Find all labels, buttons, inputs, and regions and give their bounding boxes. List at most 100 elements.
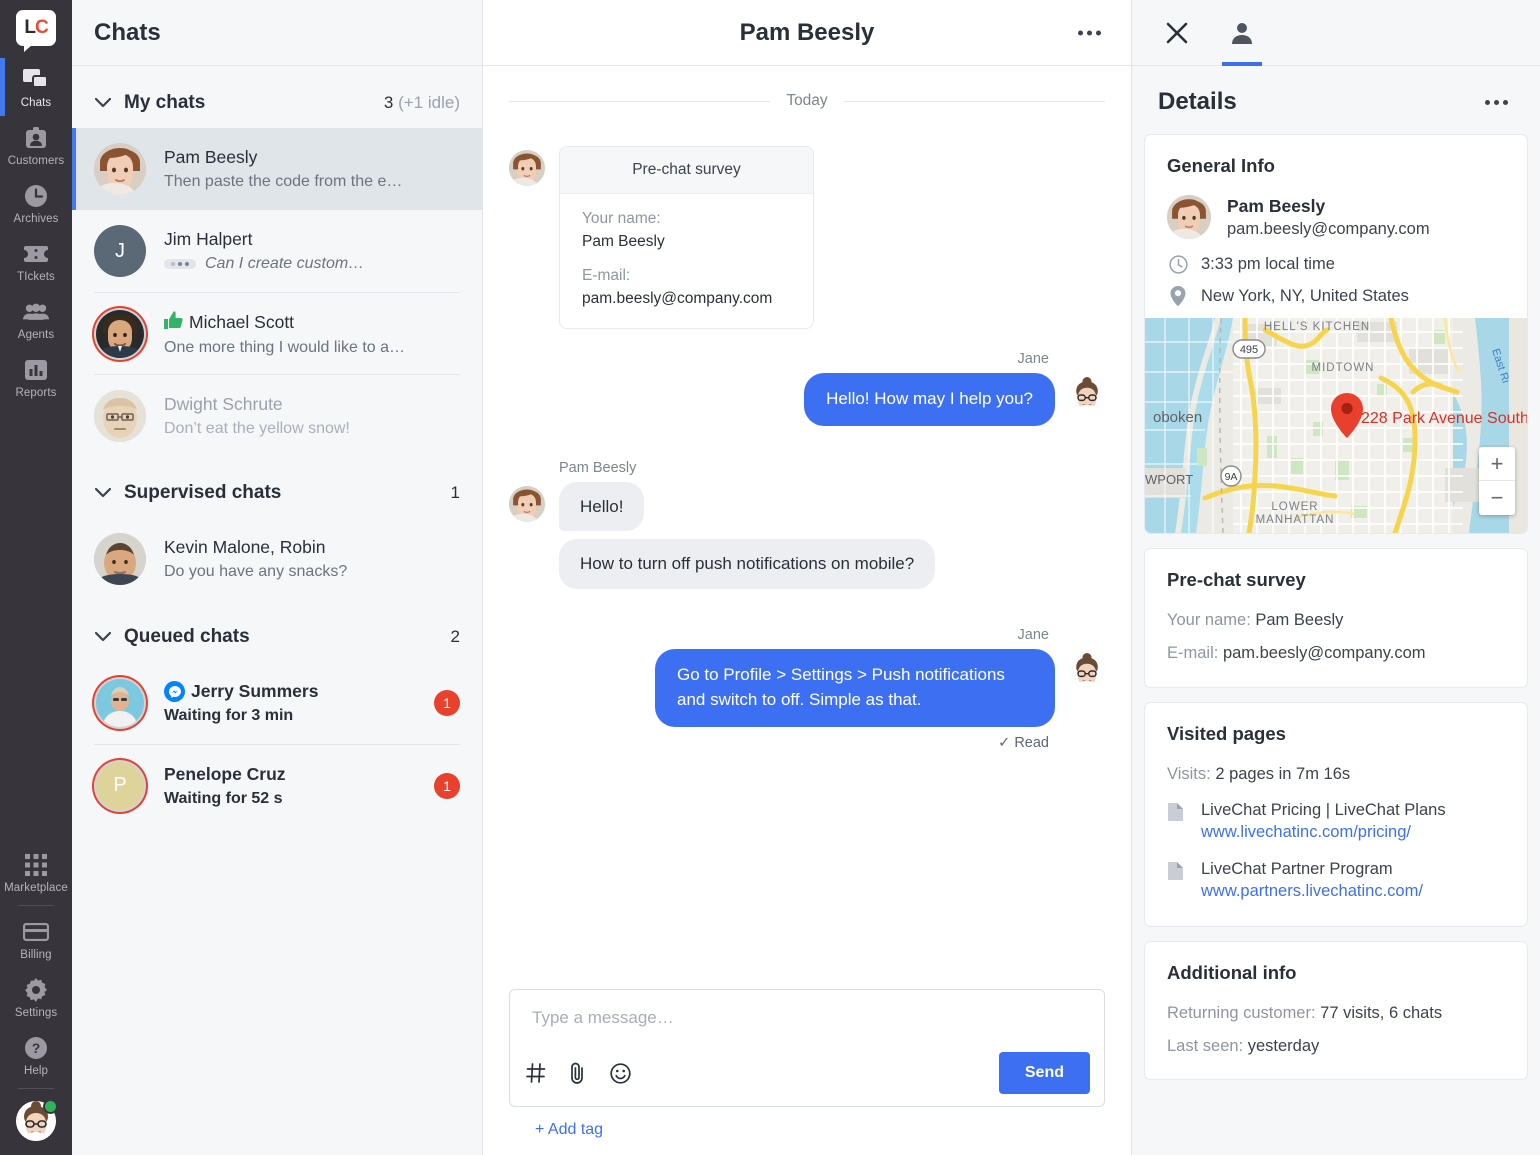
nav-item-tickets[interactable]: TIckets [0, 232, 72, 290]
chat-list-item-michael-scott[interactable]: Michael Scott One more thing I would lik… [94, 292, 460, 374]
nav-item-settings[interactable]: Settings [0, 968, 72, 1026]
chats-icon [23, 67, 49, 93]
chat-item-meta: Jerry Summers Waiting for 3 min [164, 681, 426, 725]
svg-text:495: 495 [1240, 344, 1258, 356]
additional-info-key-returning: Returning customer: [1167, 1003, 1316, 1022]
customer-name-email: Pam Beesly pam.beesly@company.com [1227, 196, 1430, 239]
message-list: Today Pre-chat survey Your name: Pam Bee… [483, 66, 1131, 989]
chat-list-item-dwight-schrute[interactable]: Dwight Schrute Don’t eat the yellow snow… [94, 374, 460, 456]
visited-page-url[interactable]: www.partners.livechatinc.com/ [1201, 880, 1423, 903]
send-button[interactable]: Send [998, 1052, 1090, 1094]
svg-text:LOWER: LOWER [1271, 501, 1318, 513]
tab-customer-details[interactable] [1216, 0, 1268, 66]
avatar: J [94, 225, 146, 277]
map-zoom-out-button[interactable]: − [1479, 481, 1515, 515]
visited-page-item[interactable]: LiveChat Pricing | LiveChat Plans www.li… [1167, 799, 1505, 844]
chat-item-name: Jim Halpert [164, 229, 253, 249]
visits-summary-row: Visits: 2 pages in 7m 16s [1167, 763, 1505, 785]
chevron-down-icon [94, 484, 112, 502]
details-header: Details [1132, 66, 1540, 134]
section-title-my-chats: My chats [124, 92, 206, 113]
additional-info-value-returning: 77 visits, 6 chats [1320, 1003, 1443, 1022]
app-logo[interactable]: LC [16, 10, 56, 52]
message-author: Jane [1017, 351, 1049, 367]
message-bubble: Hello! How may I help you? [804, 373, 1055, 426]
nav-item-billing[interactable]: Billing [0, 910, 72, 968]
chat-item-preview: Waiting for 3 min [164, 707, 294, 724]
highway-shield-495: 495 [1232, 339, 1266, 359]
chat-list-item-kevin-malone[interactable]: Kevin Malone, Robin Do you have any snac… [72, 518, 482, 600]
avatar [94, 533, 146, 585]
section-header-queued-chats[interactable]: Queued chats 2 [72, 600, 482, 662]
nav-item-reports[interactable]: Reports [0, 348, 72, 406]
page-title: Chats [94, 18, 161, 46]
close-icon[interactable] [1156, 12, 1198, 54]
avatar: P [94, 759, 146, 812]
svg-text:?: ? [32, 1040, 41, 1056]
avatar [94, 389, 146, 442]
conversation-header: Pam Beesly [483, 0, 1131, 66]
section-count-my-chats: 3 (+1 idle) [383, 93, 460, 112]
visited-page-url[interactable]: www.livechatinc.com/pricing/ [1201, 821, 1446, 844]
add-tag-button[interactable]: + Add tag [509, 1107, 1105, 1155]
survey-field-value-name: Pam Beesly [582, 233, 665, 250]
chat-item-preview: Don’t eat the yellow snow! [164, 419, 350, 437]
avatar [1069, 377, 1105, 413]
tickets-icon [23, 241, 49, 267]
chat-list-item-jerry-summers[interactable]: Jerry Summers Waiting for 3 min 1 [72, 662, 482, 744]
chat-item-preview: Do you have any snacks? [164, 563, 348, 580]
agent-avatar[interactable] [16, 1099, 58, 1141]
typing-indicator-icon [164, 259, 196, 269]
visited-page-item[interactable]: LiveChat Partner Program www.partners.li… [1167, 858, 1505, 903]
message-composer[interactable]: Type a message… Send [509, 989, 1105, 1107]
survey-field-label-name: Your name: [582, 210, 661, 227]
nav-item-help[interactable]: ? Help [0, 1026, 72, 1084]
avatar-initial: J [115, 239, 125, 262]
nav-item-agents[interactable]: Agents [0, 290, 72, 348]
chat-item-preview: Waiting for 52 s [164, 789, 283, 807]
additional-info-row-returning: Returning customer: 77 visits, 6 chats [1167, 1002, 1505, 1024]
chat-list-item-penelope-cruz[interactable]: P Penelope Cruz Waiting for 52 s 1 [94, 744, 460, 826]
message-outgoing-answer: Jane Go to Profile > Settings > Push not… [509, 627, 1105, 751]
paperclip-attachment-icon[interactable] [566, 1061, 590, 1085]
nav-item-chats[interactable]: Chats [0, 58, 72, 116]
avatar [1069, 653, 1105, 690]
chat-list-item-pam-beesly[interactable]: Pam Beesly Then paste the code from the … [72, 128, 482, 210]
message-author: Jane [1017, 627, 1049, 644]
message-input[interactable]: Type a message… [510, 990, 1104, 1052]
prechat-survey-title: Pre-chat survey [560, 147, 813, 194]
more-options-icon[interactable] [1479, 94, 1514, 111]
message-bubble: Hello! [559, 481, 645, 532]
avatar [1167, 195, 1211, 239]
logo-letter-c: C [34, 17, 49, 38]
document-icon [1167, 861, 1187, 886]
chat-item-name: Pam Beesly [164, 147, 258, 167]
map-zoom-in-button[interactable]: + [1479, 447, 1515, 481]
nav-label-help: Help [23, 1065, 49, 1077]
chevron-down-icon [94, 628, 112, 646]
section-header-supervised-chats[interactable]: Supervised chats 1 [72, 456, 482, 518]
hash-canned-response-icon[interactable] [524, 1061, 548, 1085]
rail-divider-bottom [18, 1088, 54, 1089]
additional-info-key-lastseen: Last seen: [1167, 1036, 1244, 1055]
nav-label-settings: Settings [14, 1007, 58, 1019]
chat-list-panel: Chats My chats 3 (+1 idle) Pam Beesly Th… [72, 0, 483, 1155]
visited-page-text: LiveChat Pricing | LiveChat Plans www.li… [1201, 799, 1446, 844]
section-header-my-chats[interactable]: My chats 3 (+1 idle) [72, 66, 482, 128]
prechat-survey-card: Pre-chat survey Your name: Pam Beesly E-… [559, 146, 814, 329]
customer-identity: Pam Beesly pam.beesly@company.com [1167, 195, 1505, 239]
nav-item-customers[interactable]: Customers [0, 116, 72, 174]
customer-location-map[interactable]: 495 9A HELL'S KITCHEN MIDTOWN LOWER MANH… [1145, 318, 1527, 533]
livechat-app: LC Chats Customers Archives TIckets Agen… [0, 0, 1540, 1155]
card-prechat-survey: Pre-chat survey Your name: Pam Beesly E-… [1144, 548, 1528, 688]
nav-item-marketplace[interactable]: Marketplace [0, 843, 72, 901]
emoji-smiley-icon[interactable] [608, 1061, 632, 1085]
card-heading-additional-info: Additional info [1167, 961, 1297, 983]
map-zoom-controls[interactable]: + − [1479, 447, 1515, 515]
more-options-icon[interactable] [1072, 24, 1107, 41]
message-bubble: How to turn off push notifications on mo… [559, 539, 936, 590]
chat-list-item-jim-halpert[interactable]: J Jim Halpert Can I create custom… [72, 210, 482, 292]
nav-item-archives[interactable]: Archives [0, 174, 72, 232]
chat-item-name: Michael Scott [164, 310, 460, 334]
section-count-supervised-chats: 1 [450, 483, 460, 502]
